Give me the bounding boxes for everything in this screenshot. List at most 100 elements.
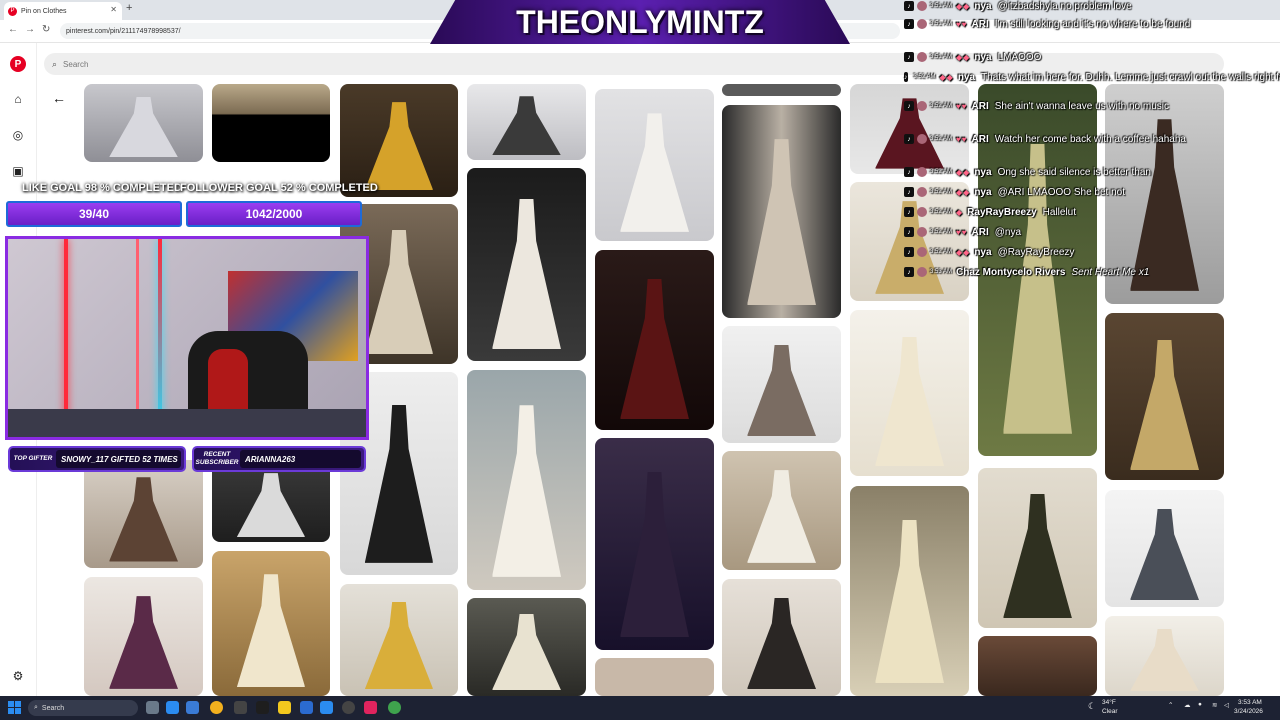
pin-card[interactable] xyxy=(850,486,969,696)
app-icon[interactable] xyxy=(234,701,247,714)
pin-card[interactable] xyxy=(467,84,586,160)
close-icon[interactable]: ✕ xyxy=(110,5,117,14)
badge-icons: ◆◆ xyxy=(939,72,954,82)
pin-card[interactable] xyxy=(1105,313,1224,480)
clock-date[interactable]: 3/24/2026 xyxy=(1234,708,1263,715)
pin-card[interactable] xyxy=(722,579,841,696)
pin-card[interactable] xyxy=(1105,616,1224,696)
wifi-icon[interactable]: ≋ xyxy=(1212,701,1217,709)
top-gifter-value: SNOWY_117 GIFTED 52 TIMES xyxy=(56,450,181,468)
mic-icon[interactable]: ● xyxy=(1198,701,1202,708)
browser-tab[interactable]: P Pin on Clothes ✕ xyxy=(4,2,122,20)
pin-card[interactable] xyxy=(978,636,1097,696)
chat-time: 3:52 AM xyxy=(930,103,953,109)
app-icon[interactable] xyxy=(320,701,333,714)
avatar xyxy=(917,227,927,237)
reload-icon[interactable]: ↻ xyxy=(42,24,50,35)
avatar xyxy=(917,187,927,197)
pin-card[interactable] xyxy=(722,326,841,443)
file-explorer-icon[interactable] xyxy=(278,701,291,714)
pin-card[interactable] xyxy=(84,460,203,568)
windows-start-icon[interactable] xyxy=(8,701,21,714)
boards-icon[interactable]: ▣ xyxy=(9,162,27,180)
pin-card[interactable] xyxy=(212,551,330,696)
home-icon[interactable]: ⌂ xyxy=(9,90,27,108)
pin-card[interactable] xyxy=(467,598,586,696)
chat-text: LMAOOO xyxy=(997,51,1042,63)
forward-arrow-icon[interactable]: → xyxy=(25,24,35,35)
recent-subscriber-label: RECENT SUBSCRIBER xyxy=(195,451,239,466)
chat-message: ♪ 3:52 AM ◆◆ nya Thats what im here for. Duh… xyxy=(900,68,1280,86)
pin-card[interactable] xyxy=(1105,490,1224,607)
tiktok-live-icon[interactable] xyxy=(364,701,377,714)
pin-card[interactable] xyxy=(467,168,586,361)
chat-username: RayRayBreezy xyxy=(967,206,1037,218)
taskbar-search[interactable]: ⌕ Search xyxy=(28,700,138,716)
cloud-icon[interactable]: ☁ xyxy=(1184,701,1191,709)
gown-image xyxy=(874,519,945,684)
chat-text: @ARI LMAOOO She bet not xyxy=(997,186,1125,198)
pin-card[interactable] xyxy=(84,577,203,696)
chat-username: ARI xyxy=(971,133,989,145)
badge-icons: ♥♥ xyxy=(956,134,968,144)
gown-image xyxy=(364,404,434,563)
gown-image xyxy=(364,229,434,355)
pin-card[interactable] xyxy=(212,84,330,162)
pin-card[interactable] xyxy=(595,438,714,650)
chat-text: @nya xyxy=(994,226,1022,238)
back-arrow-icon[interactable]: ← xyxy=(8,24,18,35)
pin-card[interactable] xyxy=(722,451,841,570)
tiktok-icon: ♪ xyxy=(904,72,908,82)
pin-card[interactable] xyxy=(340,84,458,197)
app-icon[interactable] xyxy=(256,701,269,714)
follower-goal-label: FOLLOWER GOAL 52 % COMPLETED xyxy=(180,182,378,194)
app-icon[interactable] xyxy=(300,701,313,714)
pin-card[interactable] xyxy=(340,584,458,696)
chat-overlay: ♪ 3:51 AM ◆◆ nya @itzbadshyla no problem lov… xyxy=(900,0,1280,285)
search-icon: ⌕ xyxy=(52,58,58,69)
pin-card[interactable] xyxy=(84,84,203,162)
pin-card[interactable] xyxy=(467,370,586,590)
pin-card[interactable] xyxy=(595,658,714,696)
badge-icons: ◆ xyxy=(956,207,964,217)
volume-icon[interactable]: ◁ xyxy=(1224,701,1229,709)
task-view-icon[interactable] xyxy=(146,701,159,714)
tray-chevron-icon[interactable]: ⌃ xyxy=(1168,701,1173,709)
chat-time: 3:52 AM xyxy=(930,189,953,195)
back-button[interactable]: ← xyxy=(52,90,66,106)
url-text: pinterest.com/pin/211174978998537/ xyxy=(66,27,181,35)
chat-message: ♪ 3:53 AM Chaz Montycelo Rivers Sent Heart … xyxy=(900,263,1280,281)
chat-time: 3:52 AM xyxy=(913,74,936,80)
pin-card[interactable] xyxy=(595,89,714,241)
chrome-icon[interactable] xyxy=(210,701,223,714)
app-icon[interactable] xyxy=(388,701,401,714)
recent-subscriber-box: RECENT SUBSCRIBER ARIANNA263 xyxy=(192,446,366,472)
new-tab-icon[interactable]: + xyxy=(126,2,132,14)
chat-username: nya xyxy=(974,246,992,258)
chat-text: Ong she said silence is better than xyxy=(997,166,1151,178)
settings-gear-icon[interactable]: ⚙ xyxy=(9,667,27,685)
chat-message: ♪ 3:52 AM ♥♥ ARI Watch her come back with a … xyxy=(900,130,1280,148)
stream-title: THEONLYMINTZ xyxy=(516,3,764,40)
weather-condition: Clear xyxy=(1102,708,1118,715)
pin-card[interactable] xyxy=(212,460,330,542)
obs-icon[interactable] xyxy=(342,701,355,714)
pin-card[interactable] xyxy=(722,105,841,318)
gown-image xyxy=(619,278,690,420)
clock-time[interactable]: 3:53 AM xyxy=(1238,699,1262,706)
tiktok-icon: ♪ xyxy=(904,19,914,29)
pin-card[interactable] xyxy=(722,84,841,96)
like-goal-box: 39/40 xyxy=(6,201,182,227)
avatar xyxy=(917,247,927,257)
explore-icon[interactable]: ◎ xyxy=(9,126,27,144)
app-icon[interactable] xyxy=(186,701,199,714)
gown-image xyxy=(108,596,179,689)
tiktok-icon: ♪ xyxy=(904,227,914,237)
pinterest-logo-icon[interactable]: P xyxy=(10,56,26,72)
pin-card[interactable] xyxy=(978,468,1097,628)
badge-icons: ◆◆ xyxy=(956,52,971,62)
edge-icon[interactable] xyxy=(166,701,179,714)
pin-card[interactable] xyxy=(850,310,969,476)
badge-icons: ◆◆ xyxy=(956,1,971,11)
pin-card[interactable] xyxy=(595,250,714,430)
